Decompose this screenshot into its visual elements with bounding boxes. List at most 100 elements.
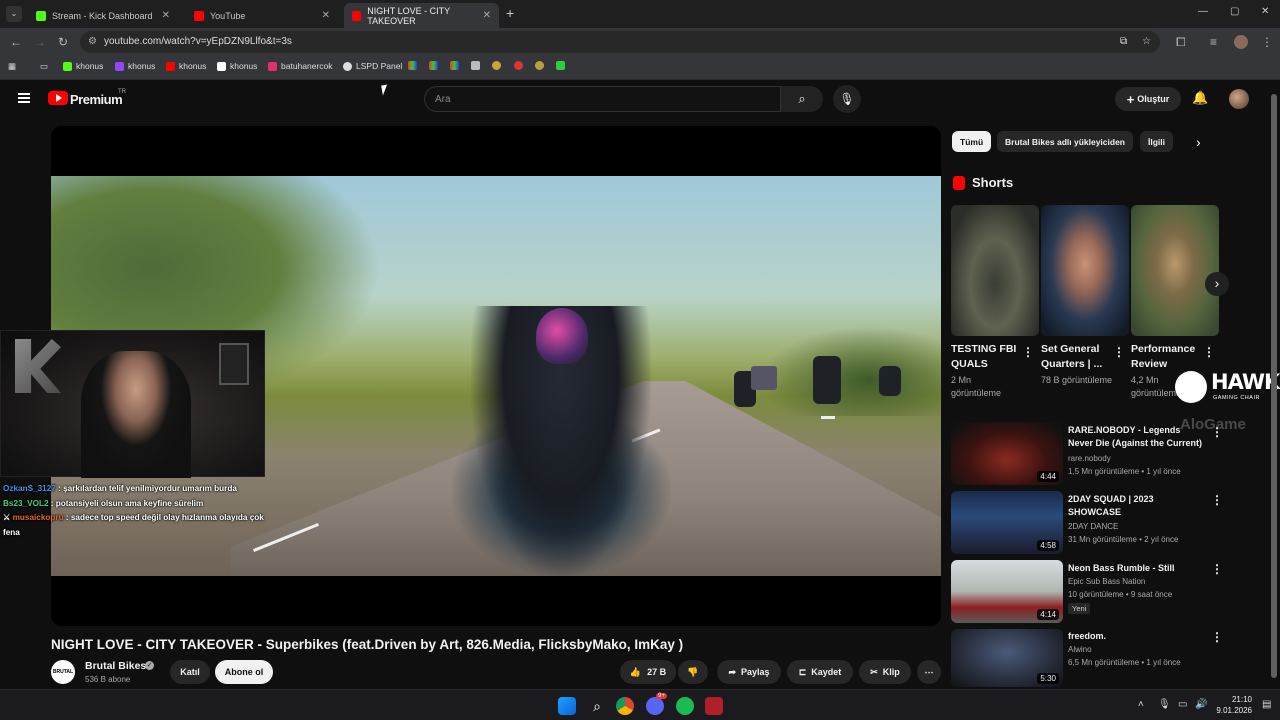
more-icon[interactable]: ⋮ [1203,345,1215,359]
bookmark-icon-5[interactable] [492,61,505,70]
forward-icon[interactable]: → [34,35,46,49]
more-icon[interactable]: ⋮ [1211,562,1223,576]
share-button[interactable]: ➦ Paylaş [717,660,781,684]
bookmark-instagram[interactable]: batuhanercok [268,61,333,71]
save-button[interactable]: ⊏ Kaydet [787,660,853,684]
create-button[interactable]: + Oluştur [1115,87,1181,111]
close-icon[interactable]: ✕ [162,10,170,21]
short-thumbnail[interactable] [1131,205,1219,336]
rec-channel[interactable]: Epic Sub Bass Nation [1068,577,1145,586]
more-icon[interactable]: ⋮ [1211,630,1223,644]
volume-icon[interactable]: 🔊 [1195,699,1207,710]
youtube-logo-icon[interactable] [48,91,68,105]
discord-icon[interactable]: 9+ [646,693,667,715]
rec-title[interactable]: freedom. [1068,630,1203,643]
short-thumbnail[interactable] [1041,205,1129,336]
bookmark-lspd[interactable]: LSPD Panel [343,61,402,71]
bookmark-icon-1[interactable] [408,61,421,70]
chip-all[interactable]: Tümü [952,131,992,152]
dislike-button[interactable]: 👎 [678,660,708,684]
more-icon[interactable]: ⋮ [1022,345,1034,359]
windows-start-icon[interactable] [558,697,576,715]
new-tab-button[interactable]: + [506,5,514,21]
close-icon[interactable]: ✕ [322,10,330,21]
bookmark-youtube[interactable]: khonus [166,61,206,71]
tab-kick-dashboard[interactable]: Stream - Kick Dashboard ✕ [28,3,178,28]
apps-icon[interactable]: ▦ [8,61,16,72]
bookmark-icon-8[interactable] [556,61,569,70]
notification-icon[interactable]: ▤ [1262,699,1271,710]
clock[interactable]: 21:10 9.01.2026 [1212,694,1252,716]
channel-avatar[interactable]: BRUTAL BIKES [51,660,75,699]
rec-thumbnail[interactable]: 5:30 [951,629,1063,687]
rec-title[interactable]: 2DAY SQUAD | 2023 SHOWCASE [1068,493,1203,519]
spotify-icon[interactable] [676,697,694,715]
bookmark-star-icon[interactable]: ☆ [1142,36,1151,47]
tab-list-button[interactable]: ⌄ [6,6,22,22]
chip-related[interactable]: İlgili [1140,131,1173,152]
reload-icon[interactable]: ↻ [58,35,68,49]
rec-title[interactable]: RARE.NOBODY - Legends Never Die (Against… [1068,424,1203,450]
chip-uploader[interactable]: Brutal Bikes adlı yükleyiciden [997,131,1133,152]
bookmark-icon-6[interactable] [514,61,527,70]
bookmark-icon-2[interactable] [429,61,442,70]
more-icon[interactable]: ⋮ [1211,425,1223,439]
folder-icon[interactable]: ▭ [40,61,48,72]
tab-night-love[interactable]: NIGHT LOVE - CITY TAKEOVER ✕ [344,3,499,28]
media-icon[interactable]: ≡ [1210,35,1217,49]
chevron-up-icon[interactable]: ˄ [1138,699,1144,710]
bookmark-icon-3[interactable] [450,61,463,70]
close-icon[interactable]: ✕ [483,10,491,21]
subscribe-button[interactable]: Abone ol [215,660,273,684]
mic-icon[interactable]: 🎙 [1158,699,1171,710]
more-icon[interactable]: ⋮ [1211,493,1223,507]
bookmark-kick[interactable]: khonus [63,61,103,71]
voice-search-button[interactable]: 🎙 [833,85,861,113]
short-title[interactable]: TESTING FBI QUALS [951,342,1023,372]
url-field[interactable]: ⚙ youtube.com/watch?v=yEpDZN9Llfo&t=3s ⧉… [80,31,1160,53]
search-input[interactable]: Ara [424,86,781,112]
extensions-icon[interactable]: ⧠ [1176,35,1186,50]
search-button[interactable]: ⌕ [781,86,823,112]
search-icon[interactable]: ⌕ [588,697,606,715]
restore-icon[interactable]: ▢ [1230,6,1239,17]
rec-channel[interactable]: Alwino [1068,645,1092,654]
back-icon[interactable]: ← [10,35,22,49]
bookmark-icon-7[interactable] [535,61,548,70]
rec-thumbnail[interactable]: 4:58 [951,491,1063,554]
notifications-bell-icon[interactable]: 🔔 [1192,90,1208,106]
cast-icon[interactable]: ⧉ [1120,36,1127,47]
profile-avatar[interactable] [1234,35,1248,49]
rec-thumbnail[interactable]: 4:44 [951,422,1063,485]
rec-title[interactable]: Neon Bass Rumble - Still [1068,562,1203,575]
shorts-icon [953,176,965,190]
menu-icon[interactable]: ⋮ [1261,35,1273,49]
chevron-right-icon[interactable]: › [1196,134,1201,150]
rec-channel[interactable]: 2DAY DANCE [1068,522,1118,531]
bookmark-x[interactable]: khonus [217,61,257,71]
site-info-icon[interactable]: ⚙ [88,36,97,47]
more-actions-button[interactable]: ⋯ [917,660,941,684]
rec-thumbnail[interactable]: 4:14 [951,560,1063,623]
page-scrollbar[interactable] [1271,88,1277,684]
bookmark-twitch[interactable]: khonus [115,61,155,71]
join-button[interactable]: Katıl [170,660,210,684]
more-icon[interactable]: ⋮ [1113,345,1125,359]
lspd-icon [343,61,352,71]
clip-button[interactable]: ✂ Klip [859,660,911,684]
tab-youtube[interactable]: YouTube ✕ [186,3,338,28]
account-avatar[interactable] [1229,89,1249,109]
minimize-icon[interactable]: — [1198,6,1208,17]
rec-channel[interactable]: rare.nobody [1068,454,1111,463]
channel-name[interactable]: Brutal Bikes [85,660,146,672]
short-title[interactable]: Set General Quarters | ... [1041,342,1113,372]
like-button[interactable]: 👍 27 B [620,660,676,684]
app-icon[interactable] [705,697,723,715]
close-window-icon[interactable]: ✕ [1261,6,1269,17]
short-thumbnail[interactable] [951,205,1039,336]
shorts-next-button[interactable]: › [1205,272,1229,296]
network-icon[interactable]: ▭ [1178,699,1187,710]
menu-hamburger-icon[interactable] [18,93,30,103]
chrome-icon[interactable] [616,697,634,715]
bookmark-icon-4[interactable] [471,61,484,70]
